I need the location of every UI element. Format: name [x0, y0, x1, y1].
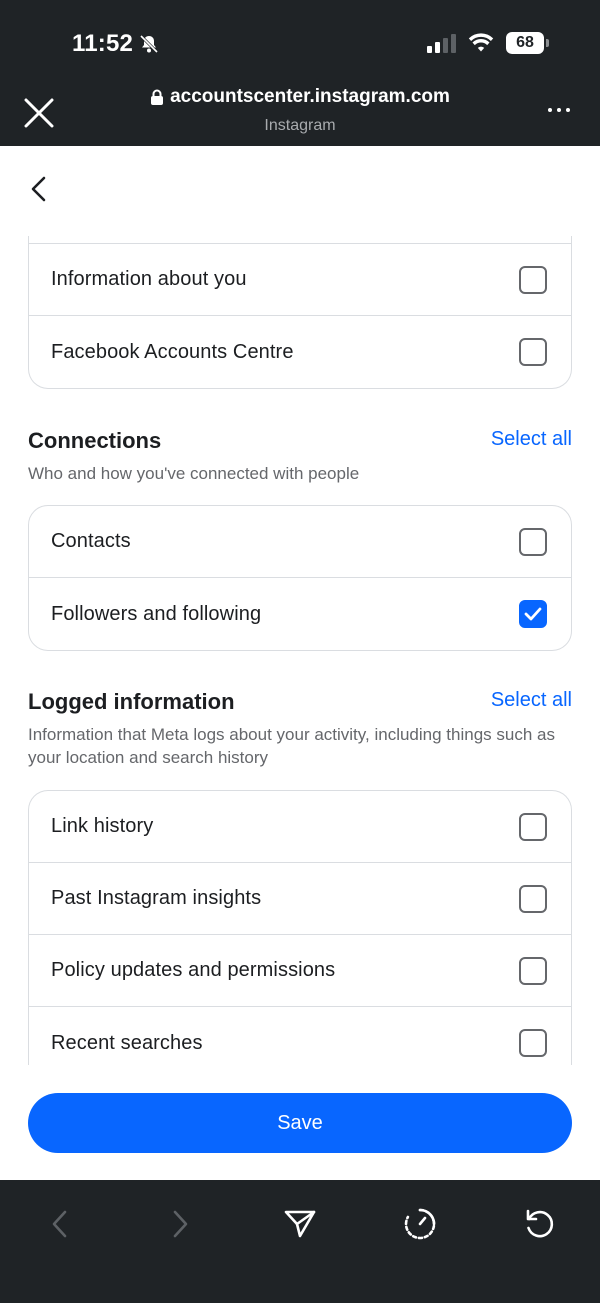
browser-forward-button[interactable] — [150, 1194, 210, 1254]
browser-back-button[interactable] — [30, 1194, 90, 1254]
timer-icon — [404, 1208, 436, 1240]
logged-information-card: Link history Past Instagram insights Pol… — [28, 790, 572, 1065]
browser-bottom-toolbar — [0, 1180, 600, 1303]
option-label: Followers and following — [51, 602, 262, 625]
bell-slash-icon — [140, 34, 159, 54]
more-options-button[interactable] — [548, 104, 572, 116]
back-button[interactable] — [26, 172, 54, 206]
option-row[interactable]: Contacts — [29, 506, 571, 578]
battery-level: 68 — [516, 34, 534, 51]
option-checkbox-checked[interactable] — [519, 600, 547, 628]
option-row[interactable]: Recent searches — [29, 1007, 571, 1065]
url-line: accountscenter.instagram.com — [150, 86, 450, 108]
option-row[interactable]: Information about you — [29, 244, 571, 316]
option-row[interactable]: Facebook Accounts Centre — [29, 316, 571, 388]
top-options-card: Information about you Facebook Accounts … — [28, 236, 572, 389]
status-time-text: 11:52 — [72, 30, 134, 57]
wifi-icon — [468, 33, 494, 52]
more-icon — [548, 108, 552, 112]
address-bar[interactable]: accountscenter.instagram.com Instagram — [0, 86, 600, 135]
option-label: Link history — [51, 815, 154, 837]
logged-information-header: Logged information Select all Informatio… — [28, 689, 572, 769]
option-checkbox[interactable] — [519, 527, 547, 556]
logged-select-all-link[interactable]: Select all — [491, 689, 572, 712]
option-row[interactable]: Policy updates and permissions — [29, 935, 571, 1007]
option-label: Contacts — [51, 530, 131, 552]
option-label: Policy updates and permissions — [51, 959, 336, 981]
status-time: 11:52 — [72, 30, 159, 58]
share-button[interactable] — [270, 1194, 330, 1254]
option-checkbox[interactable] — [519, 812, 547, 841]
option-label: Recent searches — [51, 1031, 203, 1054]
battery-indicator: 68 — [506, 32, 549, 54]
arrow-right-icon — [173, 1210, 188, 1238]
chevron-left-icon — [31, 176, 46, 202]
option-checkbox[interactable] — [519, 338, 547, 366]
send-icon — [284, 1210, 316, 1238]
option-checkbox[interactable] — [519, 1029, 547, 1057]
page-content: Information about you Facebook Accounts … — [0, 146, 600, 1065]
cellular-signal-icon — [427, 33, 456, 53]
option-checkbox[interactable] — [519, 265, 547, 294]
option-label: Information about you — [51, 268, 247, 290]
option-checkbox[interactable] — [519, 884, 547, 913]
option-label: Facebook Accounts Centre — [51, 340, 294, 363]
refresh-icon — [526, 1209, 554, 1238]
arrow-left-icon — [52, 1210, 67, 1238]
scroll-region[interactable]: Information about you Facebook Accounts … — [0, 236, 600, 1065]
section-description: Who and how you've connected with people — [28, 464, 360, 483]
refresh-button[interactable] — [510, 1194, 570, 1254]
site-name: Instagram — [264, 116, 336, 134]
checkmark-icon — [524, 607, 542, 621]
url-text: accountscenter.instagram.com — [170, 86, 450, 107]
option-row[interactable]: Past Instagram insights — [29, 863, 571, 935]
option-checkbox[interactable] — [519, 956, 547, 985]
save-footer: Save — [0, 1065, 600, 1180]
lock-icon — [151, 89, 164, 105]
connections-select-all-link[interactable]: Select all — [491, 428, 572, 451]
connections-card: Contacts Followers and following — [28, 505, 572, 651]
save-button[interactable]: Save — [28, 1093, 572, 1153]
status-indicators: 68 — [427, 32, 549, 54]
option-row[interactable]: Link history — [29, 791, 571, 863]
browser-top-bar: 11:52 68 accountscenter.instagram.com In… — [0, 0, 600, 146]
section-description: Information that Meta logs about your ac… — [28, 725, 555, 767]
option-row[interactable]: Followers and following — [29, 578, 571, 650]
option-label: Past Instagram insights — [51, 887, 262, 909]
timer-button[interactable] — [390, 1194, 450, 1254]
connections-header: Connections Select all Who and how you'v… — [28, 428, 572, 485]
